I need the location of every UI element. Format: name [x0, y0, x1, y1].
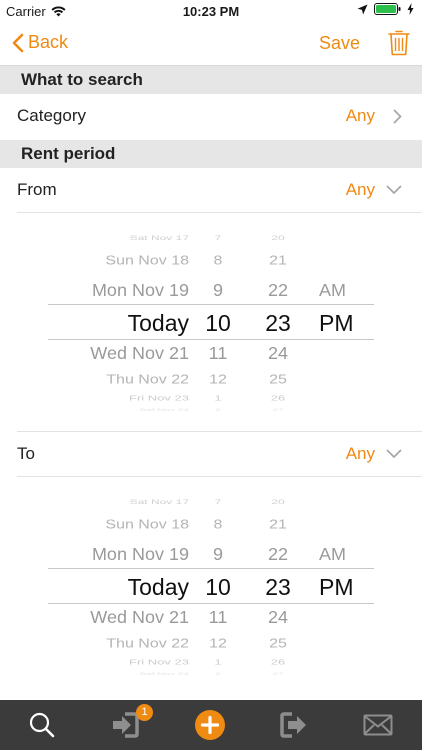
back-label: Back: [28, 32, 69, 52]
picker-hour-cell: 1: [214, 658, 222, 667]
to-date-picker[interactable]: Sat Nov 17 7 20 Sun Nov 18 8 21 Mon Nov 19 9 22 A…: [0, 490, 422, 686]
picker-date-cell: Thu Nov 22: [106, 637, 189, 651]
chevron-down-icon: [386, 449, 402, 458]
location-arrow-icon: [357, 4, 368, 14]
picker-date-cell: Sat Nov 17: [129, 498, 189, 506]
picker-date-cell: Fri Nov 23: [129, 394, 189, 403]
from-row[interactable]: From Any: [0, 168, 422, 212]
picker-hour-cell: 11: [208, 608, 228, 627]
category-label: Category: [17, 106, 86, 125]
chevron-right-icon: [393, 109, 402, 124]
tab-outbox[interactable]: [252, 700, 336, 750]
picker-date-cell: Sat Nov 24: [139, 672, 189, 677]
save-button[interactable]: Save: [319, 33, 360, 54]
divider: [17, 476, 422, 477]
tab-bar: 1: [0, 700, 422, 750]
charging-bolt-icon: [407, 3, 414, 15]
picker-minute-cell: 20: [271, 498, 285, 506]
picker-date-cell: Sat Nov 17: [129, 234, 189, 242]
picker-minute-cell: 22: [267, 281, 289, 300]
picker-minute-cell: 27: [272, 672, 284, 677]
picker-hour-cell: 10: [205, 310, 231, 336]
picker-hour-cell: 11: [208, 344, 228, 363]
picker-hour-cell: 12: [209, 637, 227, 651]
picker-date-cell: Wed Nov 21: [90, 344, 189, 363]
to-value: Any: [345, 444, 375, 463]
picker-ampm-cell: AM: [319, 281, 346, 300]
chevron-left-icon: [12, 33, 24, 52]
picker-hour-cell: 7: [214, 234, 222, 242]
picker-minute-cell: 25: [269, 637, 287, 651]
picker-hour-cell: 8: [213, 518, 223, 532]
chevron-down-icon: [386, 185, 402, 194]
category-row[interactable]: Category Any: [0, 94, 422, 138]
picker-selection-line: [48, 339, 374, 340]
category-value: Any: [345, 106, 375, 125]
tab-add[interactable]: [168, 700, 252, 750]
picker-date-cell: Thu Nov 22: [106, 373, 189, 387]
picker-minute-cell: 26: [270, 658, 286, 667]
section-header-what-to-search: What to search: [0, 66, 422, 94]
picker-hour-cell: 2: [215, 408, 221, 413]
from-value: Any: [345, 180, 375, 199]
picker-date-cell: Fri Nov 23: [129, 658, 189, 667]
picker-minute-cell: 21: [269, 254, 287, 268]
picker-minute-cell: 26: [270, 394, 286, 403]
add-circle-icon: [195, 710, 225, 740]
picker-date-cell: Sat Nov 24: [139, 408, 189, 413]
trash-button[interactable]: [388, 30, 410, 61]
picker-hour-cell: 12: [209, 373, 227, 387]
picker-minute-cell: 21: [269, 518, 287, 532]
picker-selection-line: [48, 568, 374, 569]
picker-date-cell: Sun Nov 18: [105, 518, 189, 532]
picker-date-cell: Today: [127, 310, 189, 336]
picker-ampm-cell: AM: [319, 545, 346, 564]
from-label: From: [17, 180, 57, 199]
picker-minute-cell: 20: [271, 234, 285, 242]
back-button[interactable]: Back: [12, 32, 68, 53]
picker-minute-cell: 22: [267, 545, 289, 564]
picker-date-cell: Wed Nov 21: [90, 608, 189, 627]
picker-date-cell: Mon Nov 19: [91, 281, 189, 300]
picker-ampm-cell: PM: [319, 310, 354, 336]
envelope-icon: [363, 714, 393, 736]
tab-messages[interactable]: [336, 700, 420, 750]
tab-inbox[interactable]: 1: [84, 700, 168, 750]
to-row[interactable]: To Any: [0, 432, 422, 476]
picker-minute-cell: 24: [267, 344, 289, 363]
status-right: [357, 3, 414, 15]
search-icon: [29, 712, 55, 738]
divider: [17, 212, 422, 213]
picker-minute-cell: 23: [265, 574, 291, 600]
picker-hour-cell: 9: [212, 545, 223, 564]
picker-hour-cell: 7: [214, 498, 222, 506]
picker-ampm-cell: PM: [319, 574, 354, 600]
picker-selection-line: [48, 603, 374, 604]
trash-icon: [388, 30, 410, 56]
from-date-picker[interactable]: Sat Nov 17 7 20 Sun Nov 18 8 21 Mon Nov 19 9 22 A…: [0, 226, 422, 422]
picker-hour-cell: 2: [215, 672, 221, 677]
picker-date-cell: Sun Nov 18: [105, 254, 189, 268]
picker-minute-cell: 23: [265, 310, 291, 336]
tab-search[interactable]: [0, 700, 84, 750]
sign-out-icon: [280, 712, 306, 738]
picker-date-cell: Mon Nov 19: [91, 545, 189, 564]
battery-icon: [374, 3, 401, 15]
picker-selection-line: [48, 304, 374, 305]
to-label: To: [17, 444, 35, 463]
section-header-rent-period: Rent period: [0, 140, 422, 168]
picker-hour-cell: 10: [205, 574, 231, 600]
picker-minute-cell: 24: [267, 608, 289, 627]
picker-minute-cell: 25: [269, 373, 287, 387]
inbox-badge: 1: [136, 704, 153, 721]
status-bar: Carrier 10:23 PM: [0, 0, 422, 22]
picker-hour-cell: 1: [214, 394, 222, 403]
picker-hour-cell: 8: [213, 254, 223, 268]
picker-minute-cell: 27: [272, 408, 284, 413]
picker-date-cell: Today: [127, 574, 189, 600]
picker-hour-cell: 9: [212, 281, 223, 300]
navigation-bar: Back Save: [0, 22, 422, 66]
